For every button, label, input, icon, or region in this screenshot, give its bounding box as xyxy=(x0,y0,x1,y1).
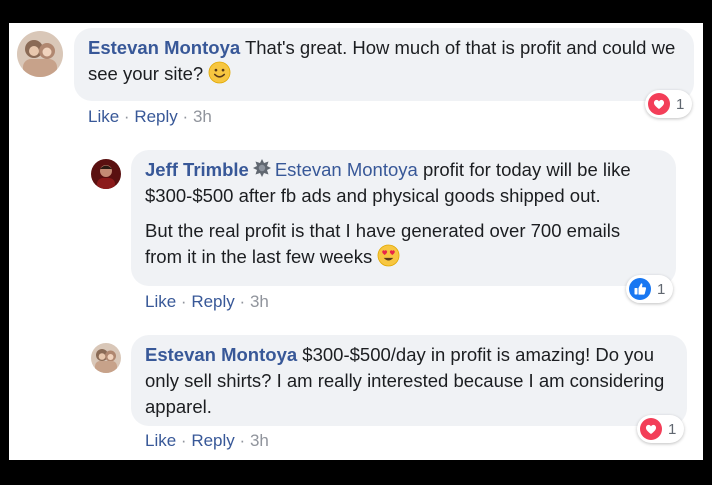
comment-bubble: Estevan Montoya That's great. How much o… xyxy=(74,28,694,101)
avatar-photo xyxy=(17,31,63,77)
tagged-user[interactable]: Estevan Montoya xyxy=(275,159,418,180)
reaction-badge[interactable]: 1 xyxy=(626,275,674,303)
heart-eyes-emoji-icon xyxy=(377,244,400,267)
comment-bubble: Jeff Trimble Estevan Montoya profit for … xyxy=(131,150,676,286)
comment-text: Estevan Montoya That's great. How much o… xyxy=(88,35,680,87)
comment-actions: Like · Reply · 3h xyxy=(145,431,269,451)
reaction-count: 1 xyxy=(676,95,685,113)
avatar-photo xyxy=(91,159,121,189)
comment-text-2: But the real profit is that I have gener… xyxy=(145,218,662,270)
timestamp[interactable]: 3h xyxy=(250,431,269,450)
top-fan-badge-icon xyxy=(252,159,271,177)
avatar-photo xyxy=(91,343,121,373)
separator: · xyxy=(239,292,246,311)
separator: · xyxy=(182,107,189,126)
like-link[interactable]: Like xyxy=(145,292,176,311)
reply-link[interactable]: Reply xyxy=(134,107,177,126)
avatar[interactable] xyxy=(91,343,121,373)
love-reaction-icon xyxy=(648,93,670,115)
avatar[interactable] xyxy=(91,159,121,189)
reaction-count: 1 xyxy=(668,420,677,438)
separator: · xyxy=(123,107,130,126)
comment-text: Estevan Montoya $300-$500/day in profit … xyxy=(145,342,673,420)
comment-text: Jeff Trimble Estevan Montoya profit for … xyxy=(145,157,662,209)
like-reaction-icon xyxy=(629,278,651,300)
separator: · xyxy=(180,431,187,450)
comment-actions: Like · Reply · 3h xyxy=(145,292,269,312)
smile-emoji-icon xyxy=(208,61,231,84)
separator: · xyxy=(239,431,246,450)
author-name[interactable]: Jeff Trimble xyxy=(145,159,249,180)
comment-thread: Estevan Montoya That's great. How much o… xyxy=(9,23,703,460)
like-link[interactable]: Like xyxy=(88,107,119,126)
separator: · xyxy=(180,292,187,311)
timestamp[interactable]: 3h xyxy=(193,107,212,126)
reaction-badge[interactable]: 1 xyxy=(637,415,685,443)
love-reaction-icon xyxy=(640,418,662,440)
avatar[interactable] xyxy=(17,31,63,77)
reply-link[interactable]: Reply xyxy=(191,431,234,450)
reply-link[interactable]: Reply xyxy=(191,292,234,311)
timestamp[interactable]: 3h xyxy=(250,292,269,311)
reaction-count: 1 xyxy=(657,280,666,298)
author-name[interactable]: Estevan Montoya xyxy=(88,37,240,58)
author-name[interactable]: Estevan Montoya xyxy=(145,344,297,365)
comment-actions: Like · Reply · 3h xyxy=(88,107,212,127)
reaction-badge[interactable]: 1 xyxy=(645,90,693,118)
comment-bubble: Estevan Montoya $300-$500/day in profit … xyxy=(131,335,687,426)
like-link[interactable]: Like xyxy=(145,431,176,450)
